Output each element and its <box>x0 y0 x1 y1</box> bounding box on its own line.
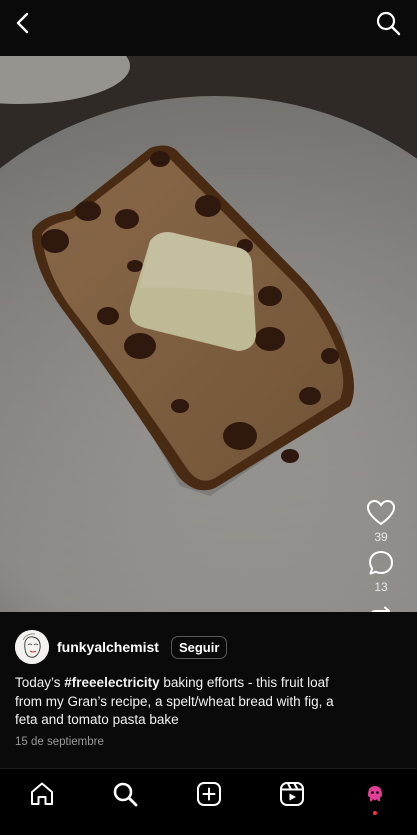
follow-button[interactable]: Seguir <box>170 635 228 659</box>
bottom-navigation <box>0 768 417 835</box>
like-count: 39 <box>374 530 388 544</box>
nav-search-button[interactable] <box>112 781 138 807</box>
home-icon <box>31 782 53 805</box>
chevron-left-icon <box>16 12 29 34</box>
username[interactable]: funkyalchemist <box>57 639 159 655</box>
profile-icon <box>363 782 387 806</box>
post-info: funkyalchemist Seguir Today’s #freeelect… <box>0 612 417 768</box>
caption-hashtag[interactable]: #freeelectricity <box>64 675 159 690</box>
nav-home-button[interactable] <box>29 781 55 807</box>
nav-profile-button[interactable] <box>362 781 388 815</box>
post-photo[interactable] <box>0 56 417 612</box>
top-bar <box>0 0 417 56</box>
create-icon <box>197 782 221 806</box>
search-icon <box>376 11 401 36</box>
avatar-illustration <box>15 630 49 664</box>
avatar[interactable] <box>15 630 49 664</box>
reels-icon <box>280 782 304 806</box>
notification-dot <box>373 811 377 815</box>
search-button[interactable] <box>375 10 401 36</box>
comment-count: 13 <box>374 580 388 594</box>
caption-prefix: Today’s <box>15 675 65 690</box>
heart-icon <box>367 500 395 526</box>
post-caption[interactable]: Today’s #freeelectricity baking efforts … <box>15 674 355 730</box>
search-icon <box>113 782 138 807</box>
nav-create-button[interactable] <box>196 781 222 807</box>
like-button[interactable]: 39 <box>359 500 403 544</box>
back-button[interactable] <box>10 10 36 36</box>
comment-button[interactable]: 13 <box>359 550 403 594</box>
post-date: 15 de septiembre <box>15 736 104 748</box>
comment-icon <box>369 551 393 575</box>
nav-reels-button[interactable] <box>279 781 305 807</box>
author-row: funkyalchemist Seguir <box>15 630 228 664</box>
